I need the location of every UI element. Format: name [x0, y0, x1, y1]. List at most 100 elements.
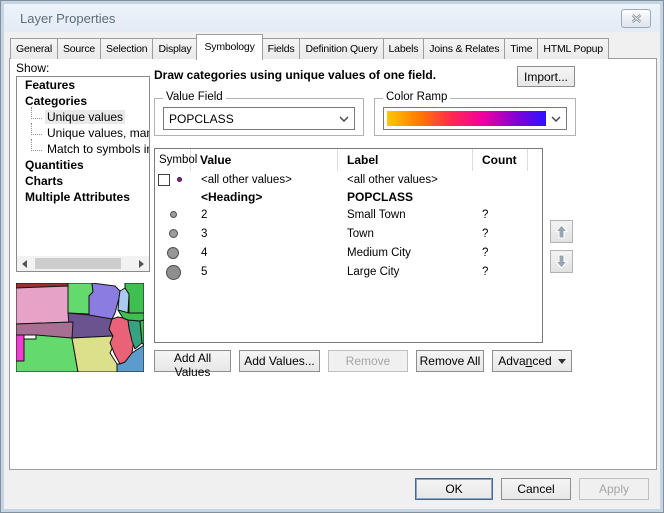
symbol-dot[interactable] — [166, 265, 181, 280]
column-header-count[interactable]: Count — [473, 149, 528, 171]
apply-button[interactable]: Apply — [579, 478, 649, 500]
color-ramp-dropdown[interactable] — [383, 107, 567, 130]
table-row[interactable]: <Heading>POPCLASS — [155, 188, 542, 205]
map-state — [16, 335, 78, 372]
table-row[interactable]: 2Small Town? — [155, 205, 542, 224]
remove-button[interactable]: Remove — [328, 350, 408, 372]
scrollbar-thumb[interactable] — [35, 258, 121, 269]
show-item-label: Quantities — [23, 158, 86, 172]
tab-source[interactable]: Source — [57, 38, 101, 59]
ok-button[interactable]: OK — [415, 478, 493, 500]
show-item-label: Features — [23, 78, 77, 92]
value-cell: 2 — [191, 209, 338, 221]
add-all-values-button[interactable]: Add All Values — [154, 350, 231, 372]
tab-labels[interactable]: Labels — [383, 38, 425, 59]
symbol-dot[interactable] — [170, 211, 177, 218]
advanced-button[interactable]: Advanced — [492, 350, 572, 372]
symbol-dot[interactable] — [169, 229, 178, 238]
show-item-label: Unique values — [45, 110, 125, 124]
action-button-row: Add All Values Add Values... Remove Remove … — [154, 350, 572, 372]
move-up-button[interactable] — [550, 220, 573, 243]
value-field-group: Value Field POPCLASS — [154, 98, 364, 136]
tab-display[interactable]: Display — [152, 38, 197, 59]
label-cell: Town — [338, 228, 473, 240]
map-state — [89, 283, 120, 319]
value-field-value: POPCLASS — [164, 112, 334, 126]
scroll-right-button[interactable] — [134, 256, 149, 271]
symbol-cell — [155, 205, 191, 224]
count-cell: ? — [473, 228, 528, 240]
color-ramp-gradient — [387, 111, 546, 126]
value-field-label: Value Field — [163, 91, 226, 103]
value-cell: <all other values> — [191, 174, 338, 186]
column-header-symbol[interactable]: Symbol — [155, 149, 191, 171]
show-item-multiple-attributes[interactable]: Multiple Attributes — [17, 189, 149, 205]
tab-joins-relates[interactable]: Joins & Relates — [423, 38, 505, 59]
close-icon — [631, 14, 642, 23]
table-row[interactable]: 5Large City? — [155, 262, 542, 282]
tree-guide-line — [31, 123, 42, 135]
show-item-label: Categories — [23, 94, 89, 108]
map-state — [16, 286, 74, 324]
chevron-down-icon — [334, 116, 354, 122]
value-cell: 5 — [191, 266, 338, 278]
symbol-checkbox[interactable] — [158, 174, 170, 186]
table-row[interactable]: 3Town? — [155, 224, 542, 243]
titlebar: Layer Properties — [4, 4, 660, 32]
column-header-filler — [528, 149, 542, 171]
count-cell: ? — [473, 247, 528, 259]
value-cell: <Heading> — [191, 190, 338, 204]
label-cell: Small Town — [338, 209, 473, 221]
tab-symbology[interactable]: Symbology — [196, 34, 262, 60]
draw-method-heading: Draw categories using unique values of o… — [154, 68, 436, 82]
value-field-dropdown[interactable]: POPCLASS — [163, 107, 355, 130]
tab-definition-query[interactable]: Definition Query — [299, 38, 383, 59]
count-cell: ? — [473, 266, 528, 278]
tree-guide-line — [31, 107, 42, 119]
count-cell: ? — [473, 209, 528, 221]
remove-all-button[interactable]: Remove All — [416, 350, 484, 372]
symbol-dot[interactable] — [177, 177, 182, 182]
tab-selection[interactable]: Selection — [100, 38, 153, 59]
tab-fields[interactable]: Fields — [262, 38, 301, 59]
show-item-match-to-symbols-in-a[interactable]: Match to symbols in a — [17, 141, 149, 157]
label-cell: Medium City — [338, 247, 473, 259]
symbol-cell — [155, 224, 191, 243]
show-item-charts[interactable]: Charts — [17, 173, 149, 189]
import-button[interactable]: Import... — [517, 66, 575, 87]
show-item-label: Charts — [23, 174, 65, 188]
map-state — [16, 335, 24, 361]
column-header-label[interactable]: Label — [338, 149, 473, 171]
symbol-table-header: SymbolValueLabelCount — [155, 149, 542, 171]
tab-general[interactable]: General — [10, 38, 58, 59]
layer-properties-dialog: Layer Properties GeneralSourceSelectionD… — [0, 0, 664, 513]
add-values-button[interactable]: Add Values... — [239, 350, 320, 372]
tree-guide-line — [31, 139, 42, 151]
show-item-label: Match to symbols in a — [45, 142, 150, 156]
show-label: Show: — [16, 61, 49, 75]
symbol-cell — [155, 243, 191, 262]
up-arrow-icon — [555, 224, 568, 239]
show-item-features[interactable]: Features — [17, 77, 149, 93]
column-header-value[interactable]: Value — [191, 149, 338, 171]
close-button[interactable] — [621, 9, 651, 28]
tab-time[interactable]: Time — [504, 38, 538, 59]
dropdown-arrow-icon — [558, 359, 566, 364]
table-row[interactable]: 4Medium City? — [155, 243, 542, 262]
horizontal-scrollbar[interactable] — [17, 256, 149, 271]
cancel-button[interactable]: Cancel — [501, 478, 571, 500]
table-row[interactable]: <all other values><all other values> — [155, 171, 542, 188]
show-item-label: Unique values, many — [45, 126, 150, 140]
show-item-quantities[interactable]: Quantities — [17, 157, 149, 173]
tab-html-popup[interactable]: HTML Popup — [537, 38, 608, 59]
map-preview — [16, 283, 144, 372]
window-title: Layer Properties — [20, 11, 115, 26]
footer-button-row: OK Cancel Apply — [1, 468, 663, 509]
scroll-left-button[interactable] — [17, 256, 32, 271]
move-down-button[interactable] — [550, 250, 573, 273]
symbol-cell — [155, 188, 191, 205]
show-tree-listbox: Features Categories Unique values Unique va… — [16, 76, 150, 272]
color-ramp-group: Color Ramp — [374, 98, 576, 136]
symbol-dot[interactable] — [167, 247, 179, 259]
left-arrow-icon — [22, 260, 27, 268]
